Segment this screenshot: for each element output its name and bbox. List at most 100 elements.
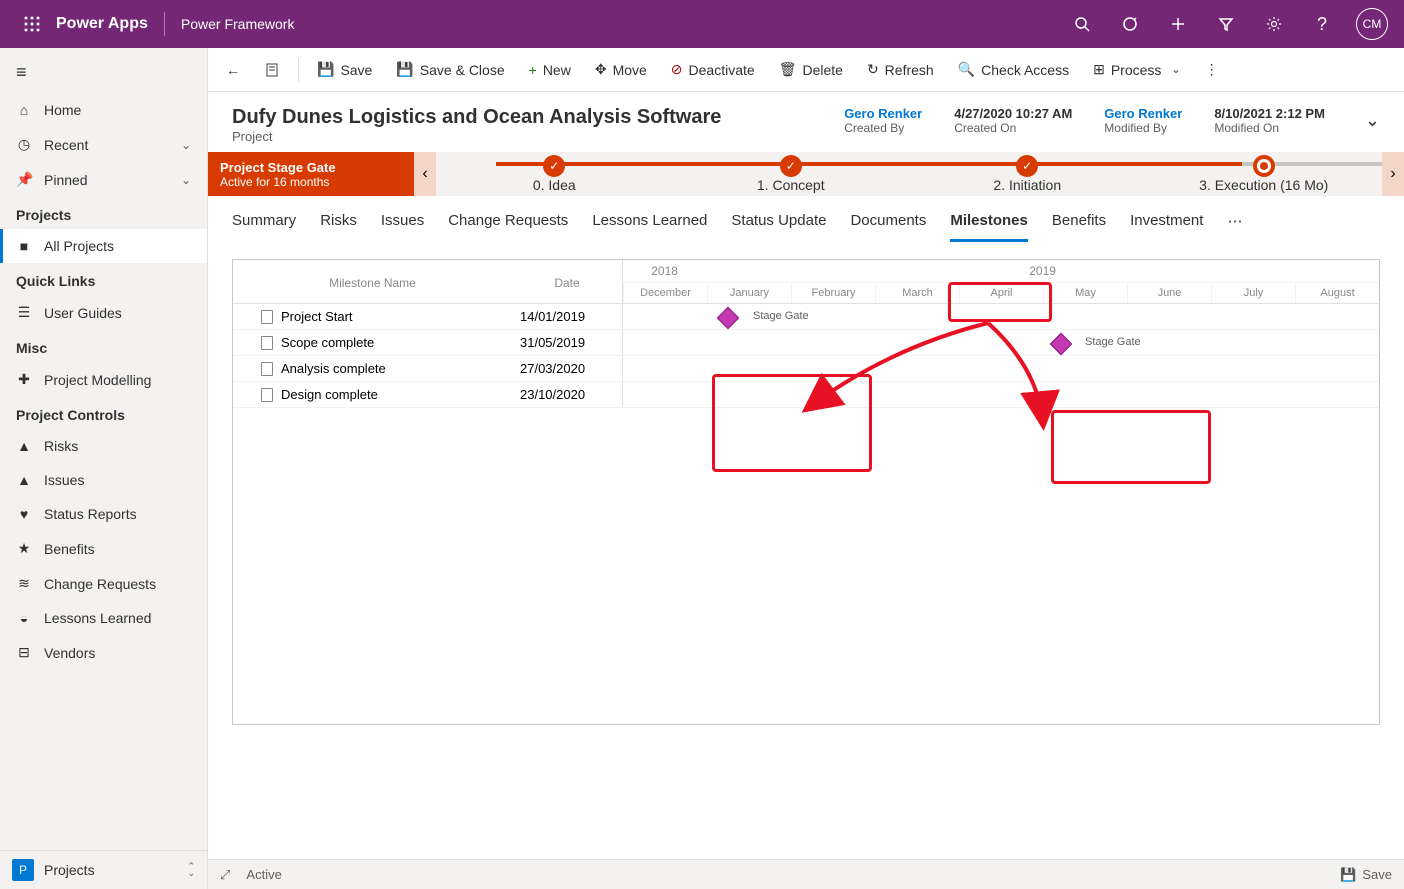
sidebar-area-switcher[interactable]: P Projects ⌃⌄ [0, 850, 207, 889]
nav-label: Recent [44, 137, 88, 153]
stage-label: 2. Initiation [993, 177, 1061, 193]
delete-button[interactable]: 🗑Delete [769, 55, 853, 84]
bpf-stage-1[interactable]: ✓1. Concept [673, 155, 910, 193]
milestone-row[interactable]: Design complete23/10/2020 [233, 382, 1379, 408]
process-button[interactable]: ⊞Process⌄ [1083, 55, 1191, 84]
col-header-date: Date [512, 260, 622, 303]
tab-change-requests[interactable]: Change Requests [448, 206, 568, 242]
modified-on-label: Modified On [1214, 121, 1325, 135]
footer-status: Active [246, 867, 281, 882]
check-access-button[interactable]: 🔍Check Access [948, 55, 1079, 84]
sidebar-item-home[interactable]: ⌂Home [0, 93, 207, 127]
nav-label: Project Modelling [44, 372, 151, 388]
help-icon[interactable]: ? [1300, 0, 1344, 48]
stage-label: 1. Concept [757, 177, 825, 193]
milestone-date: 27/03/2020 [512, 361, 622, 376]
sidebar-group-quicklinks: Quick Links [0, 263, 207, 295]
tab-milestones[interactable]: Milestones [950, 206, 1028, 242]
footer-expand-icon[interactable]: ⤢ [220, 867, 230, 883]
tab-documents[interactable]: Documents [850, 206, 926, 242]
milestone-name: Design complete [281, 387, 378, 402]
area-badge: P [12, 859, 34, 881]
tab-issues[interactable]: Issues [381, 206, 424, 242]
stage-label: 0. Idea [533, 177, 576, 193]
vendor-icon: ⊟ [16, 644, 32, 661]
notes-button[interactable] [254, 56, 290, 84]
month-header: February [791, 283, 875, 303]
footer-save-button[interactable]: 💾Save [1340, 867, 1392, 883]
created-by-value[interactable]: Gero Renker [844, 106, 922, 121]
sidebar-item-status[interactable]: ♥Status Reports [0, 497, 207, 531]
sidebar-item-user-guides[interactable]: ☰User Guides [0, 295, 207, 330]
modified-by-value[interactable]: Gero Renker [1104, 106, 1182, 121]
check-icon: ✓ [1016, 155, 1038, 177]
bpf-next-button[interactable]: › [1382, 152, 1404, 196]
milestone-row[interactable]: Scope complete31/05/2019 [233, 330, 1379, 356]
warning-icon: ▲ [16, 472, 32, 488]
refresh-button[interactable]: ↻Refresh [857, 55, 944, 84]
milestone-name: Analysis complete [281, 361, 386, 376]
task-icon[interactable] [1108, 0, 1152, 48]
star-icon: ★ [16, 540, 32, 557]
new-button[interactable]: +New [519, 56, 581, 84]
sidebar-item-modelling[interactable]: ✚Project Modelling [0, 362, 207, 397]
tab-summary[interactable]: Summary [232, 206, 296, 242]
sidebar-item-benefits[interactable]: ★Benefits [0, 531, 207, 566]
tab-more-icon[interactable]: ⋯ [1227, 206, 1242, 242]
back-button[interactable]: ← [216, 56, 250, 84]
month-header: December [623, 283, 707, 303]
sidebar-item-lessons[interactable]: ◒Lessons Learned [0, 601, 207, 635]
bpf-prev-button[interactable]: ‹ [414, 152, 436, 196]
bpf-duration: Active for 16 months [220, 175, 402, 189]
month-header: March [875, 283, 959, 303]
sidebar-item-pinned[interactable]: 📌Pinned⌄ [0, 162, 207, 197]
bpf-name: Project Stage Gate [220, 160, 402, 175]
sidebar-item-issues[interactable]: ▲Issues [0, 463, 207, 497]
tab-investment[interactable]: Investment [1130, 206, 1203, 242]
tab-status-update[interactable]: Status Update [731, 206, 826, 242]
save-close-button[interactable]: 💾Save & Close [386, 55, 514, 84]
filter-icon[interactable] [1204, 0, 1248, 48]
more-commands-icon[interactable]: ⋮ [1195, 55, 1229, 84]
sidebar-group-controls: Project Controls [0, 397, 207, 429]
risk-icon: ▲ [16, 438, 32, 454]
save-button[interactable]: 💾Save [307, 55, 382, 84]
deactivate-button[interactable]: ⊘Deactivate [661, 55, 765, 84]
bpf-name-panel[interactable]: Project Stage Gate Active for 16 months [208, 152, 414, 196]
sidebar-item-vendors[interactable]: ⊟Vendors [0, 635, 207, 670]
sidebar-toggle-icon[interactable]: ≡ [0, 52, 207, 93]
sidebar-item-all-projects[interactable]: ■All Projects [0, 229, 207, 263]
area-label: Projects [44, 862, 95, 878]
milestone-row[interactable]: Analysis complete 27/03/2020 [233, 356, 1379, 382]
add-icon[interactable] [1156, 0, 1200, 48]
record-entity: Project [232, 129, 721, 144]
gear-icon[interactable] [1252, 0, 1296, 48]
tab-risks[interactable]: Risks [320, 206, 357, 242]
document-icon [261, 388, 273, 402]
move-button[interactable]: ✥Move [585, 55, 657, 84]
app-shell: Power Apps Power Framework ? CM ≡ ⌂Home … [0, 0, 1404, 889]
guide-icon: ☰ [16, 304, 32, 321]
save-icon: 💾 [1340, 867, 1356, 883]
cmd-label: Move [613, 62, 647, 78]
sidebar-item-recent[interactable]: ◷Recent⌄ [0, 127, 207, 162]
form-tabs: Summary Risks Issues Change Requests Les… [208, 196, 1404, 243]
document-icon [261, 336, 273, 350]
sidebar-group-misc: Misc [0, 330, 207, 362]
left-sidebar: ≡ ⌂Home ◷Recent⌄ 📌Pinned⌄ Projects ■All … [0, 48, 208, 889]
year-header: 2019 [706, 260, 1379, 282]
sidebar-item-change[interactable]: ≋Change Requests [0, 566, 207, 601]
tab-benefits[interactable]: Benefits [1052, 206, 1106, 242]
sidebar-item-risks[interactable]: ▲Risks [0, 429, 207, 463]
area-switcher-icon: ⌃⌄ [187, 863, 195, 877]
bpf-stage-0[interactable]: ✓0. Idea [436, 155, 673, 193]
search-icon[interactable] [1060, 0, 1104, 48]
user-avatar[interactable]: CM [1356, 8, 1388, 40]
bpf-stage-3[interactable]: 3. Execution (16 Mo) [1146, 155, 1383, 193]
bpf-stage-2[interactable]: ✓2. Initiation [909, 155, 1146, 193]
header-expand-icon[interactable]: ⌄ [1365, 110, 1380, 131]
tab-lessons-learned[interactable]: Lessons Learned [592, 206, 707, 242]
nav-label: Status Reports [44, 506, 137, 522]
year-header: 2018 [623, 260, 706, 282]
app-launcher-icon[interactable] [8, 16, 56, 32]
